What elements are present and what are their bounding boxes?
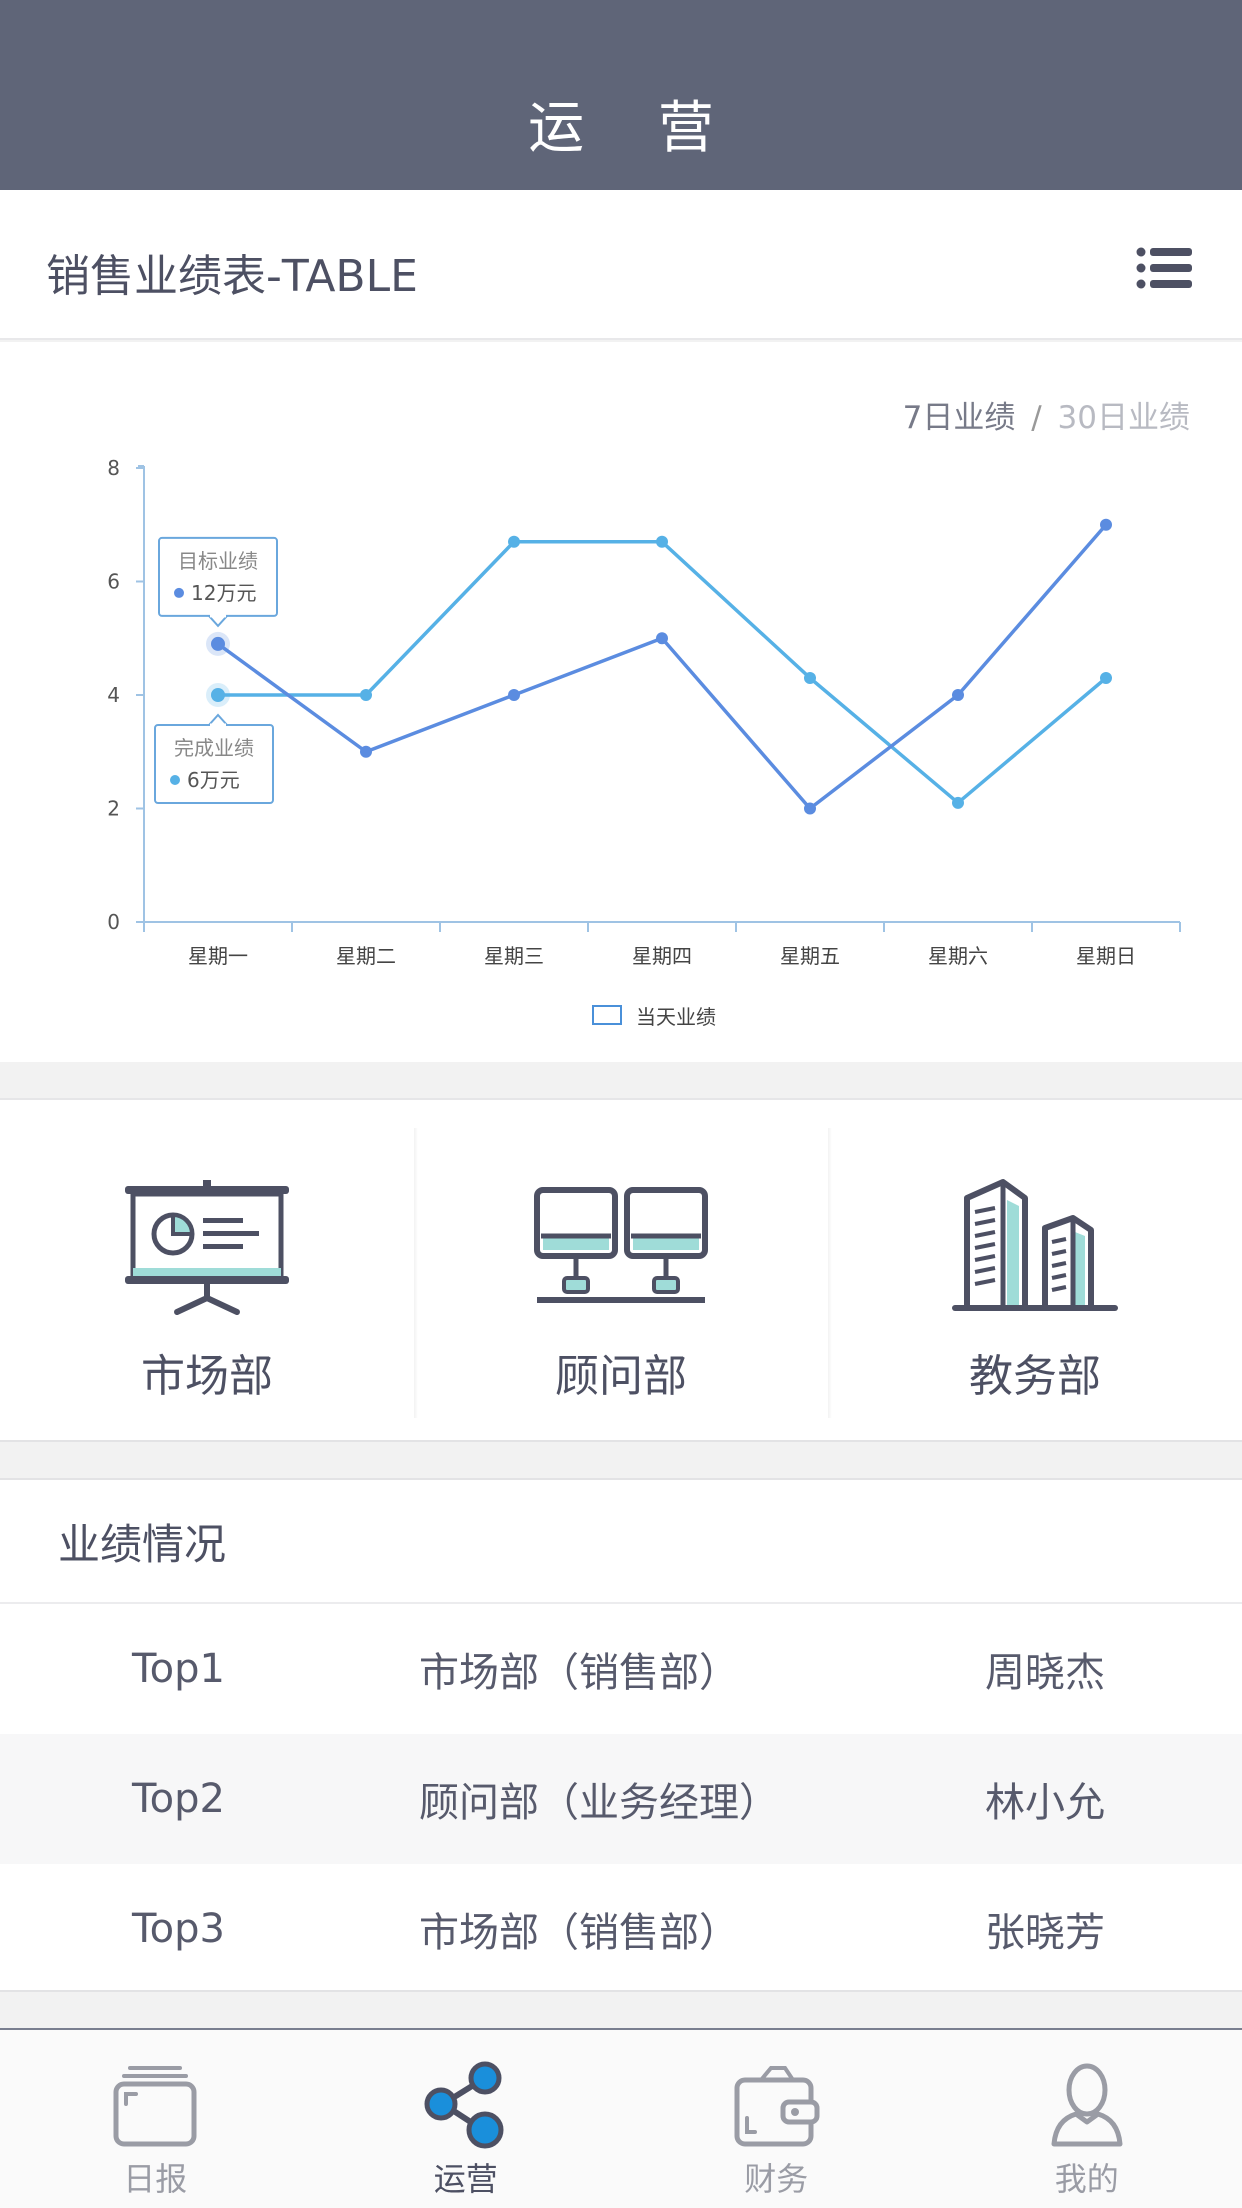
tooltip-title: 完成业绩 (174, 736, 254, 760)
department-cell: 市场部（销售部） (419, 1910, 739, 1956)
data-point (656, 535, 668, 548)
report-stack-icon (113, 2066, 197, 2147)
table-row[interactable]: Top3 市场部（销售部） 张晓芳 (0, 1864, 1242, 1994)
data-point (508, 689, 520, 701)
table-row[interactable]: Top1 市场部（销售部） 周晓杰 (0, 1604, 1242, 1734)
name-cell: 张晓芳 (985, 1910, 1105, 1956)
y-tick-label: 8 (107, 456, 120, 480)
tab-label: 我的 (1054, 2160, 1119, 2198)
y-tick-label: 2 (107, 797, 120, 821)
tooltip-marker (170, 775, 180, 785)
data-point (804, 671, 816, 684)
data-point (804, 802, 816, 815)
performance-card: 业绩情况 Top1 市场部（销售部） 周晓杰 Top2 顾问部（业务经理） 林小… (0, 1478, 1242, 1992)
data-point (952, 796, 964, 809)
data-point (360, 745, 372, 758)
tooltip-marker (174, 587, 184, 598)
x-tick-label: 星期四 (632, 944, 692, 968)
tab-label: 运营 (433, 2160, 498, 2198)
y-tick-label: 4 (107, 683, 120, 707)
rank-cell: Top1 (132, 1646, 225, 1692)
tab-label: 日报 (123, 2160, 188, 2198)
x-tick-label: 星期六 (928, 944, 988, 968)
performance-title: 业绩情况 (0, 1480, 1242, 1604)
sales-table-header: 销售业绩表-TABLE (0, 190, 1242, 340)
share-nodes-icon (424, 2061, 504, 2149)
data-point (211, 688, 225, 702)
page-title: 运 营 (528, 95, 742, 161)
department-academic[interactable]: 教务部 (828, 1100, 1242, 1440)
department-cell: 顾问部（业务经理） (419, 1780, 779, 1826)
user-icon (1051, 2063, 1123, 2147)
legend-swatch (592, 1005, 622, 1025)
series-line (218, 540, 1108, 805)
bottom-tab-bar: 日报 运营 财务 我的 (0, 2028, 1242, 2208)
department-advisor[interactable]: 顾问部 (414, 1100, 828, 1440)
presentation-board-icon (125, 1180, 289, 1315)
name-cell: 周晓杰 (985, 1650, 1105, 1696)
x-tick-label: 星期一 (188, 944, 248, 968)
networked-computers-icon (534, 1187, 708, 1303)
data-point (508, 535, 520, 548)
department-label: 教务部 (969, 1351, 1101, 1402)
tab-operations[interactable]: 运营 (311, 2030, 622, 2208)
department-cell: 市场部（销售部） (419, 1650, 739, 1696)
tab-daily-report[interactable]: 日报 (0, 2030, 311, 2208)
legend-label: 当天业绩 (636, 1005, 716, 1029)
app-header: 运 营 (0, 0, 1242, 190)
tab-finance[interactable]: 财务 (621, 2030, 932, 2208)
x-tick-label: 星期五 (780, 944, 840, 968)
name-cell: 林小允 (985, 1780, 1105, 1826)
chart-tooltip: 完成业绩 6万元 (154, 713, 274, 804)
rank-cell: Top3 (132, 1906, 225, 1952)
data-point (952, 689, 964, 701)
department-row: 市场部 顾问部 教务部 (0, 1098, 1242, 1442)
rank-cell: Top2 (132, 1776, 225, 1822)
department-market[interactable]: 市场部 (0, 1100, 414, 1440)
data-point (1100, 671, 1112, 684)
x-tick-label: 星期日 (1076, 944, 1136, 968)
y-tick-label: 6 (107, 570, 120, 594)
table-row[interactable]: Top2 顾问部（业务经理） 林小允 (0, 1734, 1242, 1864)
x-tick-label: 星期三 (484, 944, 544, 968)
list-icon[interactable] (1136, 246, 1192, 290)
x-tick-label: 星期二 (336, 944, 396, 968)
sales-chart-card: 7日业绩 / 30日业绩 0 2 4 6 8 星期一 星期二 星期三 星期四 星期五 星期六 星期日目… (0, 342, 1242, 1062)
data-point (211, 636, 225, 651)
wallet-icon (734, 2066, 820, 2147)
department-label: 顾问部 (555, 1351, 687, 1402)
tooltip-title: 目标业绩 (178, 549, 258, 573)
tab-mine[interactable]: 我的 (932, 2030, 1242, 2208)
y-tick-label: 0 (107, 910, 120, 934)
tab-label: 财务 (744, 2160, 809, 2198)
data-point (1100, 518, 1112, 531)
series-line (216, 523, 1108, 811)
office-buildings-icon (952, 1179, 1118, 1311)
sales-line-chart: 0 2 4 6 8 星期一 星期二 星期三 星期四 星期五 星期六 星期日 目标业绩 12万元完成业绩 6万… (107, 456, 1181, 1029)
data-point (656, 632, 668, 645)
tooltip-value: 12万元 (191, 581, 256, 605)
data-point (360, 689, 372, 701)
sales-table-title: 销售业绩表-TABLE (46, 251, 418, 302)
tooltip-value: 6万元 (187, 768, 240, 792)
department-label: 市场部 (141, 1351, 273, 1402)
chart-tooltip: 目标业绩 12万元 (158, 536, 278, 628)
